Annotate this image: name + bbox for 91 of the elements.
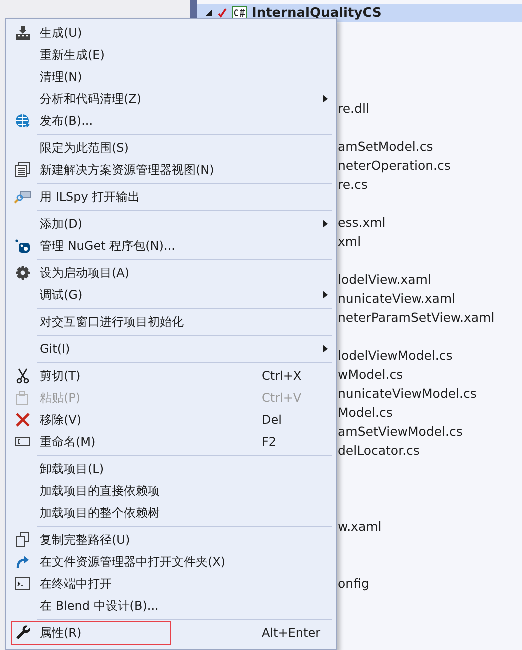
build-icon bbox=[15, 25, 31, 41]
menu-item[interactable]: 发布(B)... bbox=[6, 110, 336, 132]
menu-item-label: 在文件资源管理器中打开文件夹(X) bbox=[40, 554, 226, 570]
clipboard-icon bbox=[15, 390, 31, 406]
terminal-icon bbox=[15, 576, 31, 592]
redo-arrow-icon bbox=[15, 554, 31, 570]
menu-item-label: 设为启动项目(A) bbox=[40, 264, 130, 282]
file-name[interactable]: xml bbox=[338, 234, 362, 249]
menu-item[interactable]: 管理 NuGet 程序包(N)... bbox=[6, 235, 336, 257]
magnifier-icon bbox=[14, 189, 32, 205]
menu-item[interactable]: 重命名(M) F2 bbox=[6, 431, 336, 453]
menu-item-label: 生成(U) bbox=[40, 24, 82, 42]
menu-item[interactable]: 限定为此范围(S) bbox=[6, 137, 336, 159]
settings-icon bbox=[15, 265, 31, 281]
check-icon bbox=[218, 8, 227, 18]
menu-item[interactable]: 对交互窗口进行项目初始化 bbox=[6, 311, 336, 333]
menu-item-label: Git(I) bbox=[40, 342, 70, 356]
menu-item-label: 加载项目的整个依赖树 bbox=[40, 504, 160, 522]
menu-item-label: 复制完整路径(U) bbox=[40, 532, 130, 548]
menu-item-label: 调试(G) bbox=[40, 286, 83, 304]
globe-icon bbox=[15, 113, 31, 129]
file-name[interactable]: nunicateViewModel.cs bbox=[338, 386, 477, 401]
file-name[interactable]: delLocator.cs bbox=[338, 443, 420, 458]
menu-item[interactable]: 移除(V) Del bbox=[6, 409, 336, 431]
file-name[interactable]: Model.cs bbox=[338, 405, 393, 420]
menu-item-label: 粘贴(P) bbox=[40, 390, 81, 406]
menu-item-label: 在 Blend 中设计(B)... bbox=[40, 598, 159, 614]
copy-icon bbox=[15, 532, 31, 548]
menu-item[interactable]: 在文件资源管理器中打开文件夹(X) bbox=[6, 551, 336, 573]
menu-item-label: 属性(R) bbox=[40, 624, 82, 642]
menu-item[interactable]: 剪切(T) Ctrl+X bbox=[6, 365, 336, 387]
menu-item[interactable]: 复制完整路径(U) bbox=[6, 529, 336, 551]
close-icon bbox=[15, 412, 31, 428]
menu-item-label: 管理 NuGet 程序包(N)... bbox=[40, 238, 176, 254]
window-icon bbox=[15, 162, 31, 178]
menu-item-label: 分析和代码清理(Z) bbox=[40, 90, 142, 108]
file-name[interactable]: onfig bbox=[338, 576, 370, 591]
menu-item-label: 移除(V) bbox=[40, 412, 82, 428]
project-name: InternalQualityCS bbox=[252, 6, 382, 20]
file-name[interactable]: amSetViewModel.cs bbox=[338, 424, 463, 439]
menu-item-label: 限定为此范围(S) bbox=[40, 140, 129, 156]
tree-item[interactable]: InternalQualityCS bbox=[197, 4, 522, 22]
expand-arrow-icon[interactable] bbox=[205, 9, 213, 17]
scissors-icon bbox=[15, 368, 31, 384]
file-name[interactable]: lodelView.xaml bbox=[338, 272, 432, 287]
file-name[interactable]: neterParamSetView.xaml bbox=[338, 310, 495, 325]
wrench-icon bbox=[15, 625, 31, 641]
shortcut-text: Ctrl+X bbox=[262, 369, 302, 383]
menu-item[interactable]: 卸载项目(L) bbox=[6, 458, 336, 480]
file-name[interactable]: lodelViewModel.cs bbox=[338, 348, 453, 363]
menu-item-label: 重命名(M) bbox=[40, 434, 96, 450]
menu-item-label: 发布(B)... bbox=[40, 112, 94, 130]
shortcut-text: Alt+Enter bbox=[262, 626, 321, 640]
menu-item[interactable]: 清理(N) bbox=[6, 66, 336, 88]
shortcut-text: Ctrl+V bbox=[262, 391, 302, 405]
menu-item[interactable]: 用 ILSpy 打开输出 bbox=[6, 186, 336, 208]
menu-item[interactable]: 重新生成(E) bbox=[6, 44, 336, 66]
menu-item[interactable]: 加载项目的直接依赖项 bbox=[6, 480, 336, 502]
menu-item-label: 对交互窗口进行项目初始化 bbox=[40, 314, 184, 330]
file-name[interactable]: amSetModel.cs bbox=[338, 139, 434, 154]
file-name[interactable]: neterOperation.cs bbox=[338, 158, 451, 173]
file-name[interactable]: re.cs bbox=[338, 177, 368, 192]
menu-item[interactable]: 加载项目的整个依赖树 bbox=[6, 502, 336, 524]
menu-item-label: 剪切(T) bbox=[40, 368, 81, 384]
shortcut-text: Del bbox=[262, 413, 282, 427]
file-name[interactable]: wModel.cs bbox=[338, 367, 404, 382]
menu-item-label: 新建解决方案资源管理器视图(N) bbox=[40, 162, 214, 178]
menu-item-label: 用 ILSpy 打开输出 bbox=[40, 188, 140, 206]
menu-item-label: 在终端中打开 bbox=[40, 576, 112, 592]
menu-item[interactable]: 新建解决方案资源管理器视图(N) bbox=[6, 159, 336, 181]
menu-item[interactable]: 设为启动项目(A) bbox=[6, 262, 336, 284]
menu-item-label: 重新生成(E) bbox=[40, 46, 105, 64]
file-name[interactable]: nunicateView.xaml bbox=[338, 291, 456, 306]
menu-item-label: 添加(D) bbox=[40, 216, 83, 232]
menu-item-label: 加载项目的直接依赖项 bbox=[40, 482, 160, 500]
file-name[interactable]: re.dll bbox=[338, 101, 370, 116]
menu-item[interactable]: 调试(G) bbox=[6, 284, 336, 306]
menu-item[interactable]: 在 Blend 中设计(B)... bbox=[6, 595, 336, 617]
menu-item-label: 卸载项目(L) bbox=[40, 460, 104, 478]
shortcut-text: F2 bbox=[262, 435, 277, 449]
menu-item[interactable]: Git(I) bbox=[6, 338, 336, 360]
menu-item-label: 清理(N) bbox=[40, 68, 82, 86]
menu-item[interactable]: 属性(R) Alt+Enter bbox=[6, 622, 336, 644]
menu-item[interactable]: 在终端中打开 bbox=[6, 573, 336, 595]
file-name[interactable]: ess.xml bbox=[338, 215, 386, 230]
csharp-project-icon bbox=[232, 6, 247, 20]
menu-item[interactable]: 添加(D) bbox=[6, 213, 336, 235]
menu-item[interactable]: 分析和代码清理(Z) bbox=[6, 88, 336, 110]
file-name[interactable]: w.xaml bbox=[338, 519, 382, 534]
nuget-icon bbox=[15, 238, 31, 254]
menu-item[interactable]: 生成(U) bbox=[6, 22, 336, 44]
